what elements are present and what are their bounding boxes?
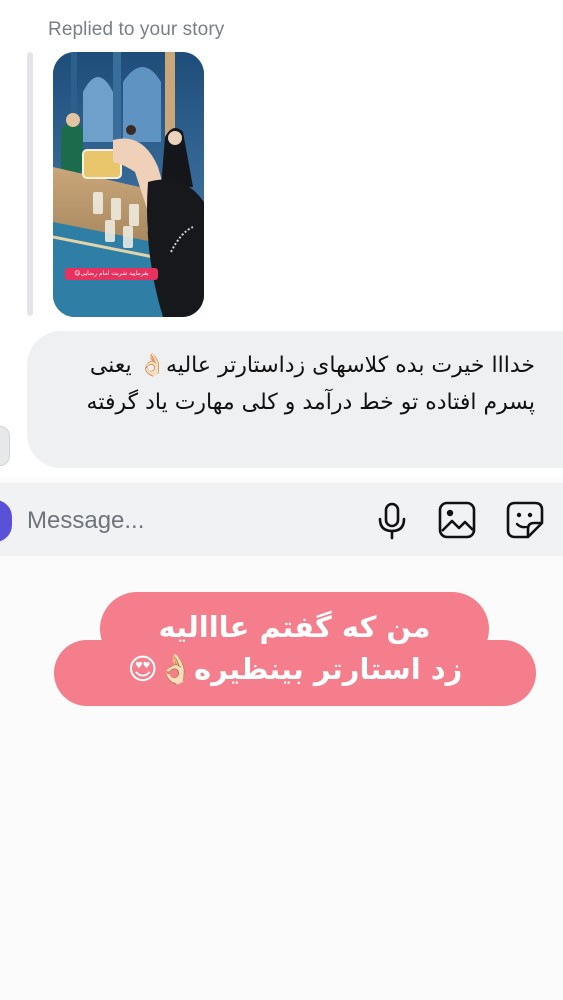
replied-to-story-label: Replied to your story [48,19,225,40]
caption-line-1: من که گفتم عاااليه [158,610,431,644]
caption-line-2: زد استارتر بينظيره👌🏻😍 [127,652,463,686]
reply-quote-bar [27,52,33,316]
received-message-bubble[interactable]: خدااا خیرت بده کلاسهای زداستارتر عالیه👌🏻… [27,331,563,468]
gallery-icon[interactable] [436,499,478,541]
message-input[interactable] [27,503,357,539]
microphone-icon[interactable] [371,499,413,541]
story-thumbnail[interactable]: بفرمایید شربت امام رضایی😋 [53,52,204,317]
sender-avatar [0,426,10,466]
received-message-text: خدااا خیرت بده کلاسهای زداستارتر عالیه👌🏻… [86,353,535,415]
sticker-icon[interactable] [504,499,546,541]
story-sticker: بفرمایید شربت امام رضایی😋 [65,268,158,280]
